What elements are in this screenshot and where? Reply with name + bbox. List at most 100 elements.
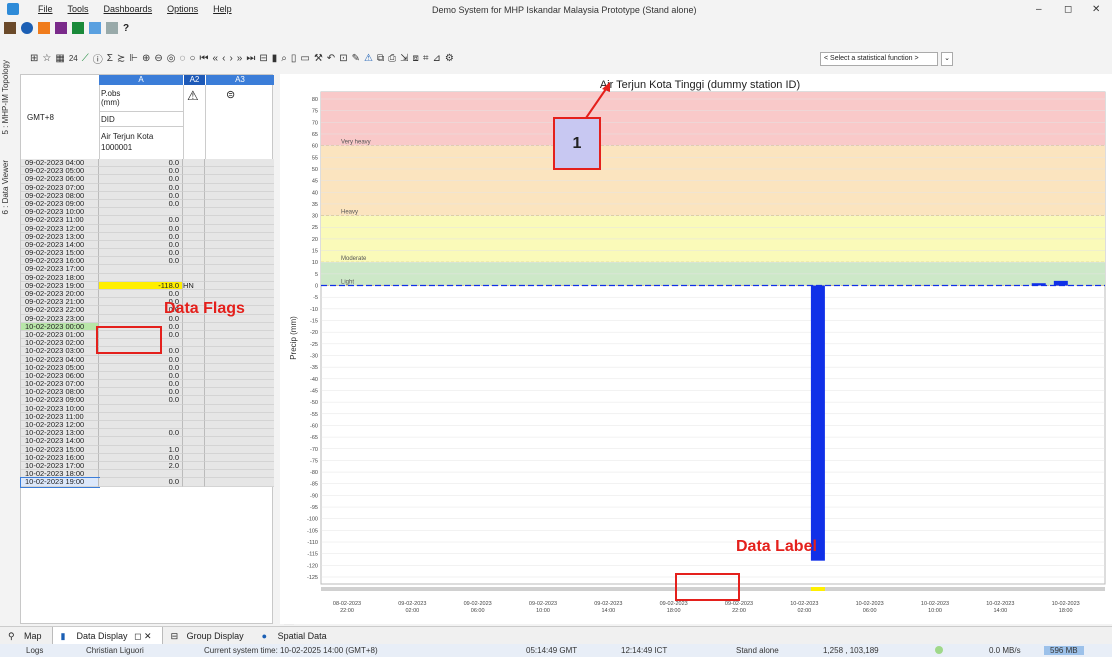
logs-tab[interactable]: Logs [26,646,43,655]
save-icon[interactable]: ⊡ [339,53,347,64]
tab-spatial-data[interactable]: ● Spatial Data [254,627,337,645]
time-cell[interactable]: 10-02-2023 19:00 [20,477,100,488]
value-cell[interactable]: 0.0 [99,396,183,405]
previous-icon[interactable]: ‹ [222,53,225,64]
extra-cell[interactable] [205,216,274,225]
zoom-fit-icon[interactable]: ◎ [167,53,176,64]
extra-cell[interactable] [205,159,274,168]
value-cell[interactable]: 0.0 [99,428,183,438]
help-button[interactable]: ? [123,23,129,34]
extra-cell[interactable] [205,437,274,446]
period-count[interactable]: 24 [69,54,78,63]
extra-cell[interactable] [205,478,274,487]
flag-cell[interactable] [183,445,205,454]
stats-icon[interactable]: ⧈ [412,53,418,64]
extra-cell[interactable] [205,265,274,274]
extra-cell[interactable] [205,322,274,331]
menu-dashboards[interactable]: Dashboards [104,4,153,14]
flag-cell[interactable] [183,404,205,413]
extra-cell[interactable] [205,470,274,479]
flag-cell[interactable] [183,183,205,192]
flag-cell[interactable] [183,388,205,397]
flag-cell[interactable] [183,412,205,421]
menu-help[interactable]: Help [213,4,232,14]
value-cell[interactable] [99,404,183,413]
tools-icon[interactable]: ⚒ [314,53,323,64]
extra-cell[interactable] [205,183,274,192]
flag-cell[interactable] [183,363,205,372]
ruler-icon[interactable]: ⊩ [129,53,138,64]
extra-cell[interactable] [205,175,274,184]
precip-chart[interactable]: Very heavyHeavyModerateLight807570656055… [280,74,1112,624]
extra-cell[interactable] [205,273,274,282]
extra-cell[interactable] [205,355,274,364]
sync-icon[interactable]: ⊟ [259,53,267,64]
flag-cell[interactable] [183,396,205,405]
first-icon[interactable]: ⏮ [200,53,209,64]
close-tab-icon[interactable]: ◻ ✕ [134,631,152,641]
flag-cell[interactable] [183,191,205,200]
close-button[interactable]: ✕ [1092,4,1100,15]
extra-cell[interactable] [205,396,274,405]
flag-cell[interactable] [183,159,205,168]
search-icon[interactable]: ⌕ [281,53,287,64]
extra-cell[interactable] [205,199,274,209]
globe-icon[interactable] [21,22,33,34]
flag-cell[interactable] [183,265,205,274]
report-icon[interactable] [106,22,118,34]
flag-cell[interactable]: HN [183,281,205,290]
flag-cell[interactable] [183,453,205,462]
menu-file[interactable]: File [38,4,53,14]
flag-cell[interactable] [183,224,205,233]
rewind-icon[interactable]: « [213,53,219,64]
bag-icon[interactable] [4,22,16,34]
star-icon[interactable]: ☆ [42,53,51,64]
bar-icon[interactable]: ▮ [272,53,278,64]
copy-icon[interactable]: ▯ [291,53,297,64]
extra-cell[interactable] [205,257,274,266]
extra-cell[interactable] [205,347,274,356]
flag-cell[interactable] [183,322,205,331]
flag-cell[interactable] [183,240,205,250]
extra-cell[interactable] [205,363,274,372]
fast-forward-icon[interactable]: » [237,53,243,64]
extra-cell[interactable] [205,461,274,471]
label-icon[interactable]: ⌗ [423,53,429,64]
extra-cell[interactable] [205,421,274,430]
hierarchy-icon[interactable] [38,22,50,34]
column-a2-header[interactable]: A2 [184,75,205,85]
tab-map[interactable]: ⚲ Map [0,627,52,645]
value-cell[interactable]: 0.0 [99,257,183,266]
flag-cell[interactable] [183,232,205,241]
flag-cell[interactable] [183,216,205,225]
flag-cell[interactable] [183,249,205,258]
flag-cell[interactable] [183,330,205,340]
extra-cell[interactable] [205,371,274,381]
column-a-header[interactable]: A [99,75,183,85]
extra-cell[interactable] [205,281,274,290]
extra-cell[interactable] [205,167,274,176]
menu-options[interactable]: Options [167,4,198,14]
flag-cell[interactable] [183,461,205,471]
document-icon[interactable] [89,22,101,34]
value-cell[interactable]: 0.0 [99,199,183,209]
split-view-icon[interactable]: ⊞ [30,53,38,64]
value-cell[interactable] [99,412,183,421]
extra-cell[interactable] [205,453,274,462]
flag-cell[interactable] [183,478,205,487]
extra-cell[interactable] [205,380,274,389]
flag-cell[interactable] [183,421,205,430]
extra-cell[interactable] [205,249,274,258]
extra-cell[interactable] [205,232,274,241]
column-a3-header[interactable]: A3 [206,75,274,85]
extra-cell[interactable] [205,339,274,348]
extra-cell[interactable] [205,404,274,413]
extra-cell[interactable] [205,429,274,438]
sum-icon[interactable]: Σ [107,53,113,64]
extra-cell[interactable] [205,208,274,217]
filter-icon[interactable]: ≿ [117,53,125,64]
flag-cell[interactable] [183,429,205,438]
bars-icon[interactable] [55,22,67,34]
info-icon[interactable]: ⓘ [93,51,103,66]
extra-cell[interactable] [205,290,274,299]
